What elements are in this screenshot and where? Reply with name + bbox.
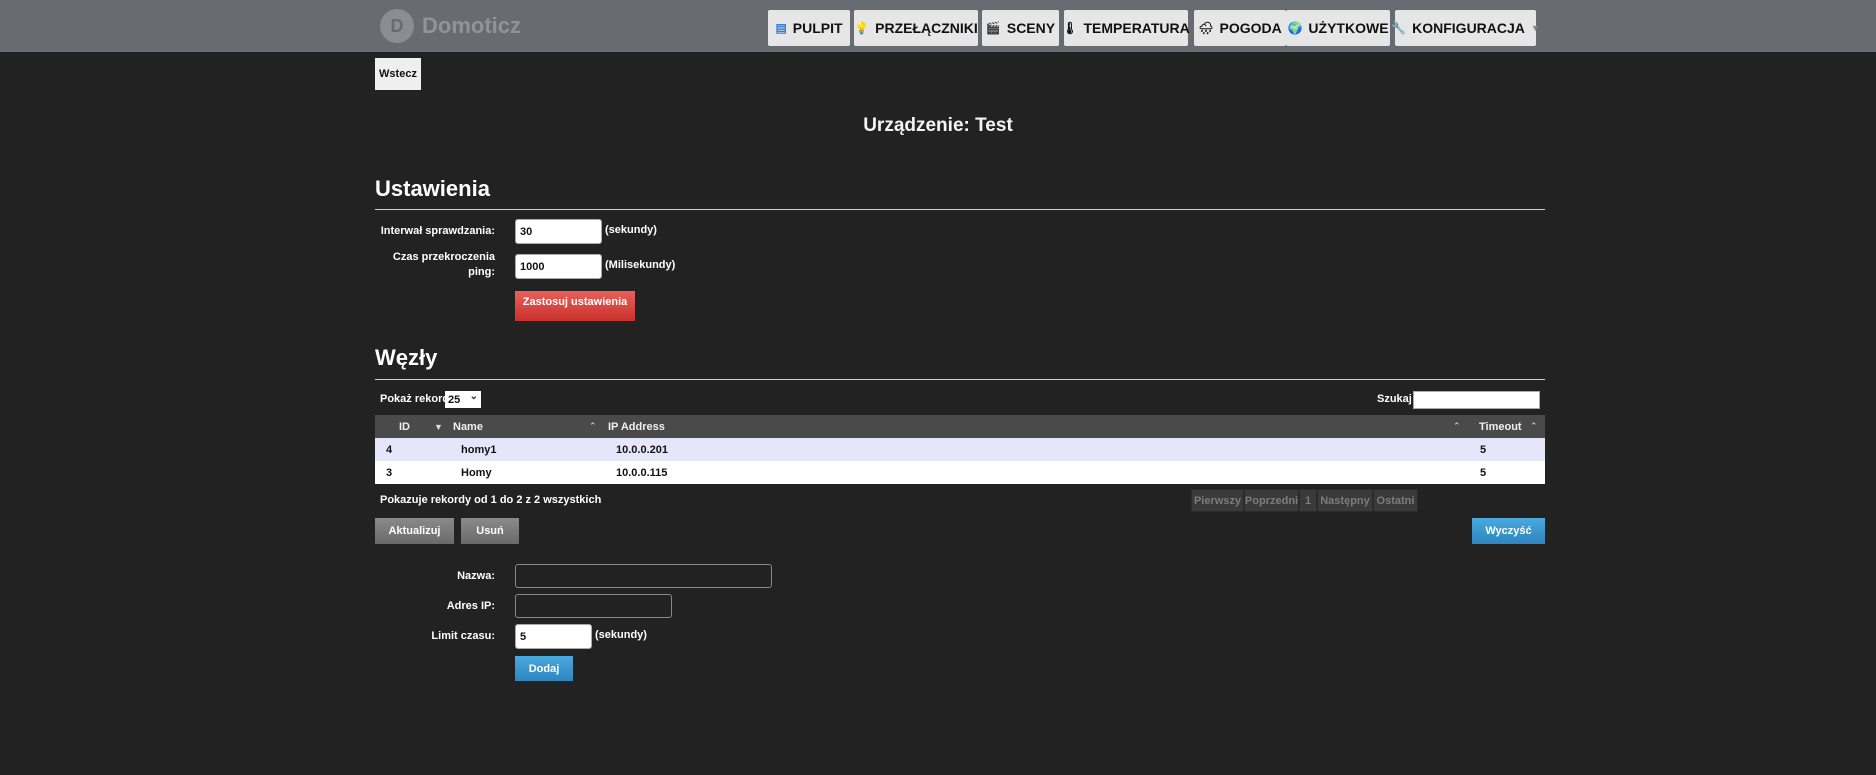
sort-desc-icon[interactable]: ▼ [434,415,443,438]
wrench-icon: 🔧 [1391,21,1407,35]
pager-first[interactable]: Pierwszy [1191,489,1244,512]
lightbulb-icon: 💡 [854,21,870,35]
nodes-divider [375,379,1545,380]
cell-id: 4 [386,443,393,456]
pager-previous[interactable]: Poprzedni [1244,489,1299,512]
table-info: Pokazuje rekordy od 1 do 2 z 2 wszystkic… [380,494,602,506]
interval-unit: (sekundy) [605,224,657,236]
cell-name: Homy [461,466,492,479]
nav-pogoda[interactable]: 🌧 POGODA [1194,10,1286,46]
table-row[interactable]: 4 homy1 10.0.0.201 5 [375,438,1545,461]
column-ip-address[interactable]: IP Address [608,415,665,438]
name-input[interactable] [515,564,772,588]
nav-sceny[interactable]: 🎬 SCENY [982,10,1059,46]
nodes-title: Węzły [375,345,438,370]
cell-ip: 10.0.0.115 [616,466,668,479]
name-label: Nazwa: [457,570,495,582]
nav-przelaczniki[interactable]: 💡 PRZEŁĄCZNIKI [854,10,978,46]
ping-timeout-input[interactable]: 1000 [515,254,602,279]
logo-icon: D [380,9,414,43]
cell-timeout: 5 [1480,443,1487,456]
interval-input[interactable]: 30 [515,219,602,244]
settings-divider [375,209,1545,210]
logo-text: Domoticz [422,13,521,38]
table-header: ID ▼ Name ⌃ IP Address ⌃ Timeout ⌃ [375,415,1545,438]
cell-timeout: 5 [1480,466,1487,479]
clapperboard-icon: 🎬 [985,21,1001,35]
delete-button[interactable]: Usuń [461,518,519,544]
thermometer-icon: 🌡 [1062,21,1078,35]
table-row[interactable]: 3 Homy 10.0.0.115 5 [375,461,1545,484]
time-limit-unit: (sekundy) [595,629,647,641]
ip-label: Adres IP: [446,600,495,612]
globe-icon: 🌍 [1287,21,1303,35]
pager-page-1[interactable]: 1 [1299,489,1317,512]
sort-icon[interactable]: ⌃ [1530,415,1538,438]
ping-timeout-unit: (Milisekundy) [605,259,676,271]
sort-icon[interactable]: ⌃ [1453,415,1461,438]
column-timeout[interactable]: Timeout [1479,415,1522,438]
nav-temperatura[interactable]: 🌡 TEMPERATURA [1062,10,1190,46]
domoticz-logo[interactable]: D Domoticz [380,9,521,43]
cloud-rain-icon: 🌧 [1198,21,1214,35]
column-name[interactable]: Name [453,415,483,438]
records-per-page-select[interactable]: 25 ⌄ [445,391,481,408]
time-limit-label: Limit czasu: [431,630,495,642]
dashboard-icon: ▤ [775,21,787,35]
pager-last[interactable]: Ostatni [1373,489,1418,512]
interval-label: Interwał sprawdzania: [380,225,495,237]
search-input[interactable] [1413,391,1540,409]
nav-pulpit[interactable]: ▤ PULPIT [768,10,850,46]
cell-ip: 10.0.0.201 [616,443,668,456]
time-limit-input[interactable]: 5 [515,624,592,649]
add-button[interactable]: Dodaj [515,656,573,681]
show-records-label: Pokaż rekordy [380,393,456,405]
sort-icon[interactable]: ⌃ [589,415,597,438]
chevron-down-icon: ⌄ [469,391,478,402]
timeout-label: Czas przekroczenia ping: [392,251,495,278]
cell-id: 3 [386,466,393,479]
nav-konfiguracja[interactable]: 🔧 KONFIGURACJA ▼ [1391,10,1540,46]
settings-title: Ustawienia [375,176,490,201]
nav-uzytkowe[interactable]: 🌍 UŻYTKOWE [1286,10,1390,46]
apply-settings-button[interactable]: Zastosuj ustawienia [515,291,635,321]
device-title: Urządzenie: Test [863,115,1013,136]
update-button[interactable]: Aktualizuj [375,518,454,544]
back-button[interactable]: Wstecz [375,58,421,90]
chevron-down-icon: ▼ [1530,23,1540,33]
column-id[interactable]: ID [399,415,410,438]
cell-name: homy1 [461,443,497,456]
ip-input[interactable] [515,594,672,618]
clear-button[interactable]: Wyczyść [1472,518,1545,544]
pager-next[interactable]: Następny [1317,489,1373,512]
top-navbar: D Domoticz ▤ PULPIT 💡 PRZEŁĄCZNIKI 🎬 SCE… [0,0,1876,52]
